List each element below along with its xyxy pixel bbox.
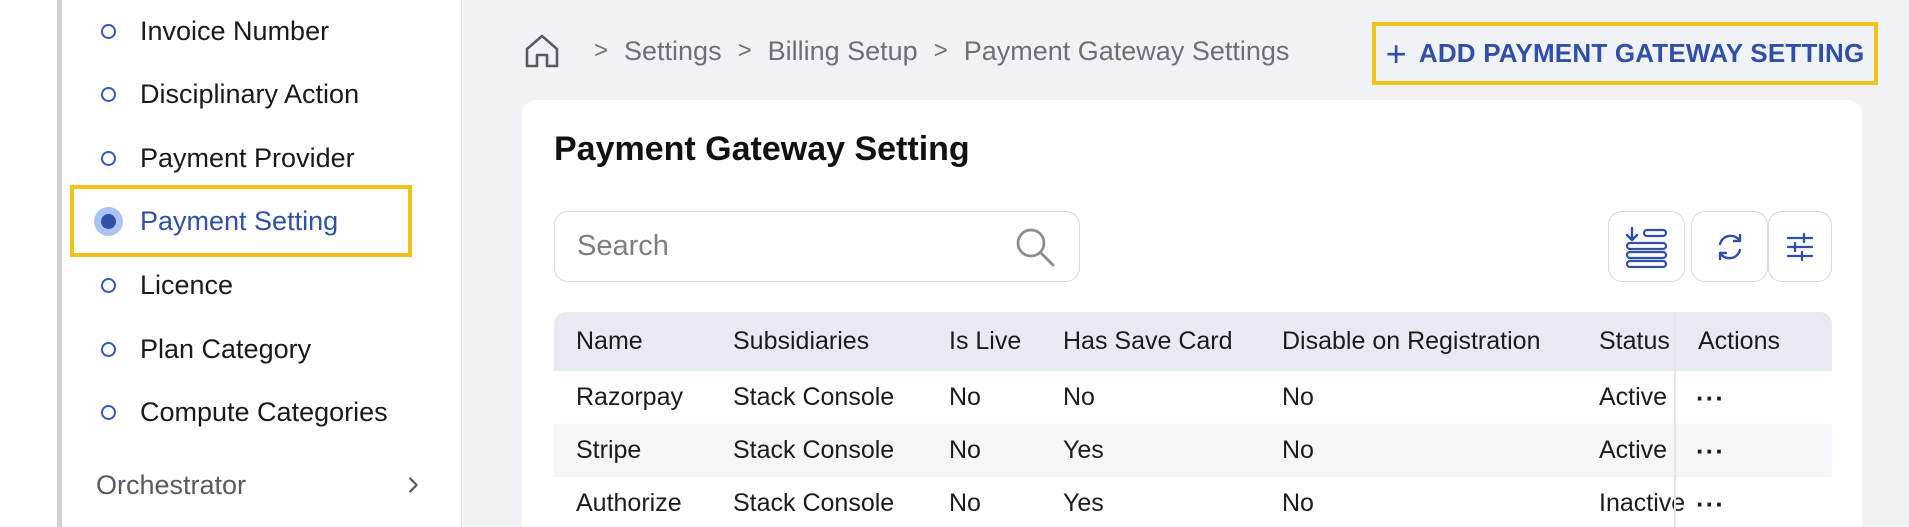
- cell-disable-on-registration: No: [1282, 436, 1314, 464]
- sidebar-item-payment-provider[interactable]: Payment Provider: [70, 128, 430, 188]
- bullet-icon: [101, 150, 116, 166]
- more-dots-icon[interactable]: ···: [1676, 491, 1725, 517]
- filter-sliders-icon: [1786, 232, 1814, 261]
- search-box: [554, 211, 1080, 282]
- cell-name: Razorpay: [576, 383, 683, 411]
- cell-is-live: No: [949, 383, 981, 411]
- chevron-right-icon: [409, 477, 418, 493]
- add-button-label: ADD PAYMENT GATEWAY SETTING: [1418, 38, 1865, 68]
- refresh-icon: [1718, 233, 1741, 260]
- sidebar-item-compute-categories[interactable]: Compute Categories: [70, 382, 430, 442]
- chevron-right-icon: >: [933, 37, 948, 64]
- sidebar-group-label: Orchestrator: [96, 469, 247, 500]
- sidebar-item-payment-setting[interactable]: Payment Setting: [70, 191, 430, 251]
- column-header-subsidiaries[interactable]: Subsidiaries: [711, 327, 927, 356]
- breadcrumb-billing-setup[interactable]: Billing Setup: [768, 36, 918, 67]
- sidebar-item-licence[interactable]: Licence: [70, 255, 430, 315]
- sidebar-item-label: Disciplinary Action: [140, 78, 360, 109]
- cell-is-live: No: [949, 436, 981, 464]
- more-dots-icon[interactable]: ···: [1676, 385, 1725, 411]
- sidebar-item-disciplinary-action[interactable]: Disciplinary Action: [70, 64, 430, 124]
- sidebar-item-label: Invoice Number: [140, 15, 330, 46]
- table-header: Name Subsidiaries Is Live Has Save Card …: [554, 312, 1832, 371]
- export-button[interactable]: [1608, 211, 1685, 282]
- page-title: Payment Gateway Setting: [554, 130, 970, 168]
- cell-subsidiaries: Stack Console: [733, 436, 895, 464]
- bullet-icon: [101, 23, 116, 39]
- sidebar-item-label: Plan Category: [140, 333, 312, 364]
- sidebar-item-label: Payment Provider: [140, 142, 355, 173]
- chevron-right-icon: >: [594, 37, 609, 64]
- add-payment-gateway-setting-button[interactable]: + ADD PAYMENT GATEWAY SETTING: [1372, 22, 1878, 85]
- active-bullet-icon: [94, 206, 123, 236]
- cell-has-save-card: No: [1063, 383, 1095, 411]
- column-header-actions: Actions: [1674, 312, 1810, 371]
- sidebar-item-label: Licence: [140, 269, 234, 300]
- sidebar-item-label: Compute Categories: [140, 396, 388, 427]
- cell-disable-on-registration: No: [1282, 383, 1314, 411]
- column-header-has-save-card[interactable]: Has Save Card: [1041, 327, 1260, 356]
- home-icon[interactable]: [522, 31, 562, 71]
- cell-subsidiaries: Stack Console: [733, 489, 895, 517]
- cell-is-live: No: [949, 489, 981, 517]
- bullet-icon: [101, 86, 116, 102]
- content-card: Payment Gateway Setting Search Name Subs…: [522, 100, 1862, 527]
- cell-has-save-card: Yes: [1063, 436, 1104, 464]
- sidebar-item-plan-category[interactable]: Plan Category: [70, 319, 430, 379]
- cell-name: Authorize: [576, 489, 682, 517]
- table-row[interactable]: Stripe Stack Console No Yes No Active ··…: [554, 424, 1832, 477]
- cell-actions: ···: [1674, 477, 1810, 527]
- more-dots-icon[interactable]: ···: [1676, 438, 1725, 464]
- chevron-right-icon: >: [737, 37, 752, 64]
- sidebar-group-orchestrator[interactable]: Orchestrator: [70, 455, 430, 515]
- cell-actions: ···: [1674, 424, 1810, 477]
- cell-disable-on-registration: No: [1282, 489, 1314, 517]
- gateway-table: Name Subsidiaries Is Live Has Save Card …: [554, 312, 1832, 527]
- column-header-name[interactable]: Name: [554, 327, 711, 356]
- cell-status: Active: [1599, 436, 1668, 464]
- cell-status: Active: [1599, 383, 1668, 411]
- search-icon[interactable]: [1013, 225, 1057, 269]
- filter-button[interactable]: [1768, 211, 1832, 282]
- sidebar-rail: [57, 0, 62, 527]
- sidebar-item-invoice-number[interactable]: Invoice Number: [70, 1, 430, 61]
- plus-icon: +: [1385, 32, 1407, 74]
- column-header-status[interactable]: Status: [1577, 327, 1674, 356]
- bullet-icon: [101, 341, 116, 357]
- cell-subsidiaries: Stack Console: [733, 383, 895, 411]
- sidebar: Invoice Number Disciplinary Action Payme…: [0, 0, 462, 527]
- breadcrumb-settings[interactable]: Settings: [624, 36, 722, 67]
- sidebar-item-label: Payment Setting: [140, 205, 339, 236]
- bullet-icon: [101, 404, 116, 420]
- bullet-icon: [101, 277, 116, 293]
- cell-status: Inactive: [1599, 489, 1686, 517]
- search-input[interactable]: [577, 230, 1013, 263]
- cell-actions: ···: [1674, 371, 1810, 424]
- export-icon: [1625, 226, 1667, 268]
- breadcrumb-current: Payment Gateway Settings: [963, 35, 1290, 66]
- column-header-is-live[interactable]: Is Live: [927, 327, 1041, 356]
- column-header-disable-on-registration[interactable]: Disable on Registration: [1260, 327, 1577, 356]
- table-row[interactable]: Authorize Stack Console No Yes No Inacti…: [554, 477, 1832, 527]
- refresh-button[interactable]: [1691, 211, 1768, 282]
- table-row[interactable]: Razorpay Stack Console No No No Active ·…: [554, 371, 1832, 424]
- breadcrumb: > Settings > Billing Setup > Payment Gat…: [522, 28, 1289, 74]
- cell-name: Stripe: [576, 436, 642, 464]
- cell-has-save-card: Yes: [1063, 489, 1104, 517]
